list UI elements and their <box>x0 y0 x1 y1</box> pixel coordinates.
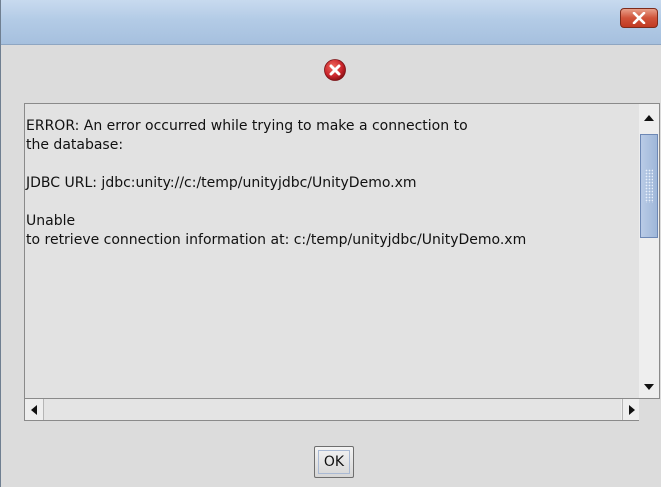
arrow-left-icon <box>31 404 37 415</box>
error-message-text: ERROR: An error occurred while trying to… <box>26 117 526 250</box>
message-line: to retrieve connection information at: c… <box>26 232 527 248</box>
arrow-down-icon <box>644 384 654 390</box>
message-line: Unable <box>26 213 76 229</box>
message-line: ERROR: An error occurred while trying to… <box>26 118 468 134</box>
ok-button-label: OK <box>323 454 345 470</box>
error-icon <box>324 59 346 81</box>
arrow-up-icon <box>644 115 654 121</box>
dialog-window: ERROR: An error occurred while trying to… <box>0 0 661 487</box>
scroll-left-button[interactable] <box>25 399 44 420</box>
horizontal-scrollbar[interactable] <box>24 399 640 421</box>
error-message-area[interactable]: ERROR: An error occurred while trying to… <box>24 103 640 399</box>
close-button[interactable] <box>620 8 658 28</box>
vertical-scrollbar[interactable] <box>639 103 660 399</box>
arrow-right-icon <box>629 404 635 415</box>
close-icon <box>632 12 646 24</box>
scrollbar-corner <box>639 399 660 421</box>
vertical-scroll-thumb[interactable] <box>640 134 658 238</box>
horizontal-scroll-track[interactable] <box>44 399 621 420</box>
title-bar[interactable] <box>1 0 661 45</box>
grip-icon <box>645 169 653 203</box>
scroll-up-button[interactable] <box>639 108 659 128</box>
scroll-down-button[interactable] <box>639 377 659 397</box>
message-line: the database: <box>26 137 124 153</box>
message-line: JDBC URL: jdbc:unity://c:/temp/unityjdbc… <box>26 175 417 191</box>
ok-button[interactable]: OK <box>314 446 354 478</box>
